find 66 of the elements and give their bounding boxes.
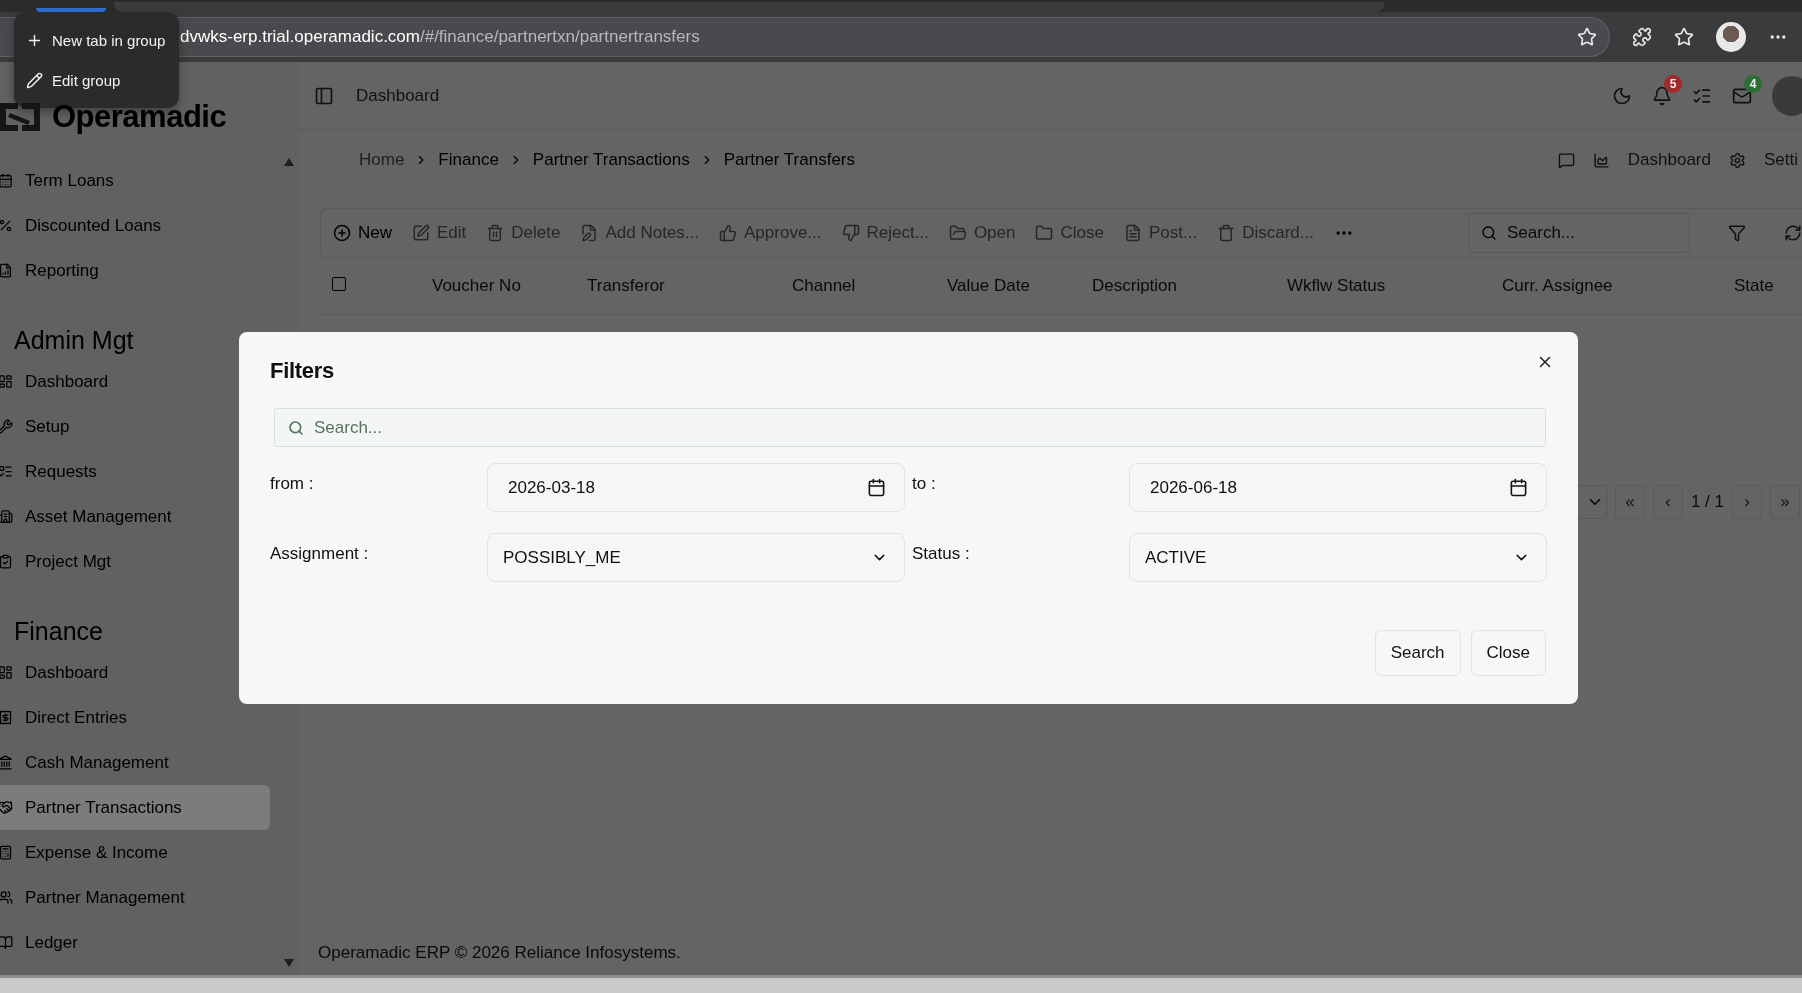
date-field[interactable]: 2026-03-18 <box>487 463 905 512</box>
page-indicator: 1 / 1 <box>1690 492 1724 512</box>
field-label: Status : <box>912 543 970 563</box>
dashboard-link[interactable]: Dashboard <box>1627 150 1711 170</box>
sidebar-item-label: Setup <box>25 416 70 437</box>
select-field[interactable]: ACTIVE <box>1129 533 1547 582</box>
field-label: to : <box>912 473 936 493</box>
field-value: 2026-06-18 <box>1150 477 1238 498</box>
sidebar-item-label: Term Loans <box>25 170 114 191</box>
sidebar-item-label: Reporting <box>25 260 99 281</box>
breadcrumb-link[interactable]: Partner Transfers <box>723 150 856 170</box>
toolbar-button[interactable]: New <box>333 223 392 243</box>
count-badge: 4 <box>1744 74 1762 93</box>
previous-page-button[interactable]: ‹ <box>1652 485 1683 519</box>
breadcrumb-link[interactable]: Home <box>359 150 405 170</box>
last-page-button[interactable]: » <box>1770 485 1800 519</box>
field-value: 2026-03-18 <box>508 477 596 498</box>
column-header[interactable]: Voucher No <box>432 276 587 296</box>
breadcrumb-link[interactable]: Finance <box>438 150 499 170</box>
column-header[interactable]: Value Date <box>947 276 1092 296</box>
count-badge: 5 <box>1664 74 1682 93</box>
next-page-button[interactable]: › <box>1732 485 1762 519</box>
sidebar-item-label: Asset Management <box>25 506 172 527</box>
sidebar-item-label: Partner Management <box>25 887 185 908</box>
settings-link[interactable]: Setti <box>1763 150 1798 170</box>
field-value: POSSIBLY_ME <box>503 547 622 568</box>
sidebar-item-label: Ledger <box>25 932 78 953</box>
footer-text: Operamadic ERP © 2026 Reliance Infosystems. <box>318 943 681 963</box>
sidebar-item-label: Discounted Loans <box>25 215 162 236</box>
sidebar-item-label: Requests <box>25 461 97 482</box>
header-title: Dashboard <box>356 85 440 106</box>
sidebar-item-label: Dashboard <box>25 662 109 683</box>
sidebar-item[interactable]: Partner Transactions <box>0 785 270 830</box>
sidebar-item-label: Dashboard <box>25 371 109 392</box>
search-button[interactable]: Search <box>1374 630 1461 676</box>
url-text: /#/finance/partnertxn/partnertransfers <box>419 27 700 47</box>
logo-text: Operamadic <box>52 99 227 135</box>
sidebar-item-label: Project Mgt <box>25 551 111 572</box>
field-value: ACTIVE <box>1145 547 1208 568</box>
first-page-button[interactable]: « <box>1614 485 1645 519</box>
sidebar-item-label: Direct Entries <box>25 707 128 728</box>
search-box[interactable]: Search... <box>1468 213 1690 253</box>
menu-item-label: Edit group <box>52 71 121 89</box>
sidebar-item-label: Expense & Income <box>25 842 168 863</box>
url-text: dvwks-erp.trial.operamadic.com <box>180 27 420 47</box>
column-header[interactable]: Transferor <box>587 276 792 296</box>
section-heading: Admin Mgt <box>13 324 135 356</box>
menu-item[interactable]: Edit group <box>14 60 179 100</box>
select-field[interactable]: POSSIBLY_ME <box>487 533 905 582</box>
column-header[interactable]: Channel <box>792 276 947 296</box>
column-header[interactable]: State <box>1734 276 1802 296</box>
column-header[interactable]: Curr. Assignee <box>1502 276 1734 296</box>
field-label: from : <box>270 473 314 493</box>
date-field[interactable]: 2026-06-18 <box>1129 463 1547 512</box>
column-header[interactable]: Wkflw Status <box>1287 276 1502 296</box>
search-field[interactable]: Search... <box>1505 215 1675 251</box>
dialog-title: Filters <box>270 358 335 384</box>
sidebar-item-label: Cash Management <box>25 752 169 773</box>
column-header[interactable]: Description <box>1092 276 1287 296</box>
menu-item-label: New tab in group <box>52 31 166 49</box>
breadcrumb-link[interactable]: Partner Transactions <box>532 150 690 170</box>
menu-item[interactable]: New tab in group <box>14 20 179 60</box>
close-button[interactable]: Close <box>1470 630 1546 676</box>
sidebar-item-label: Partner Transactions <box>25 797 182 818</box>
section-heading: Finance <box>13 615 104 647</box>
field-label: Assignment : <box>270 543 369 563</box>
